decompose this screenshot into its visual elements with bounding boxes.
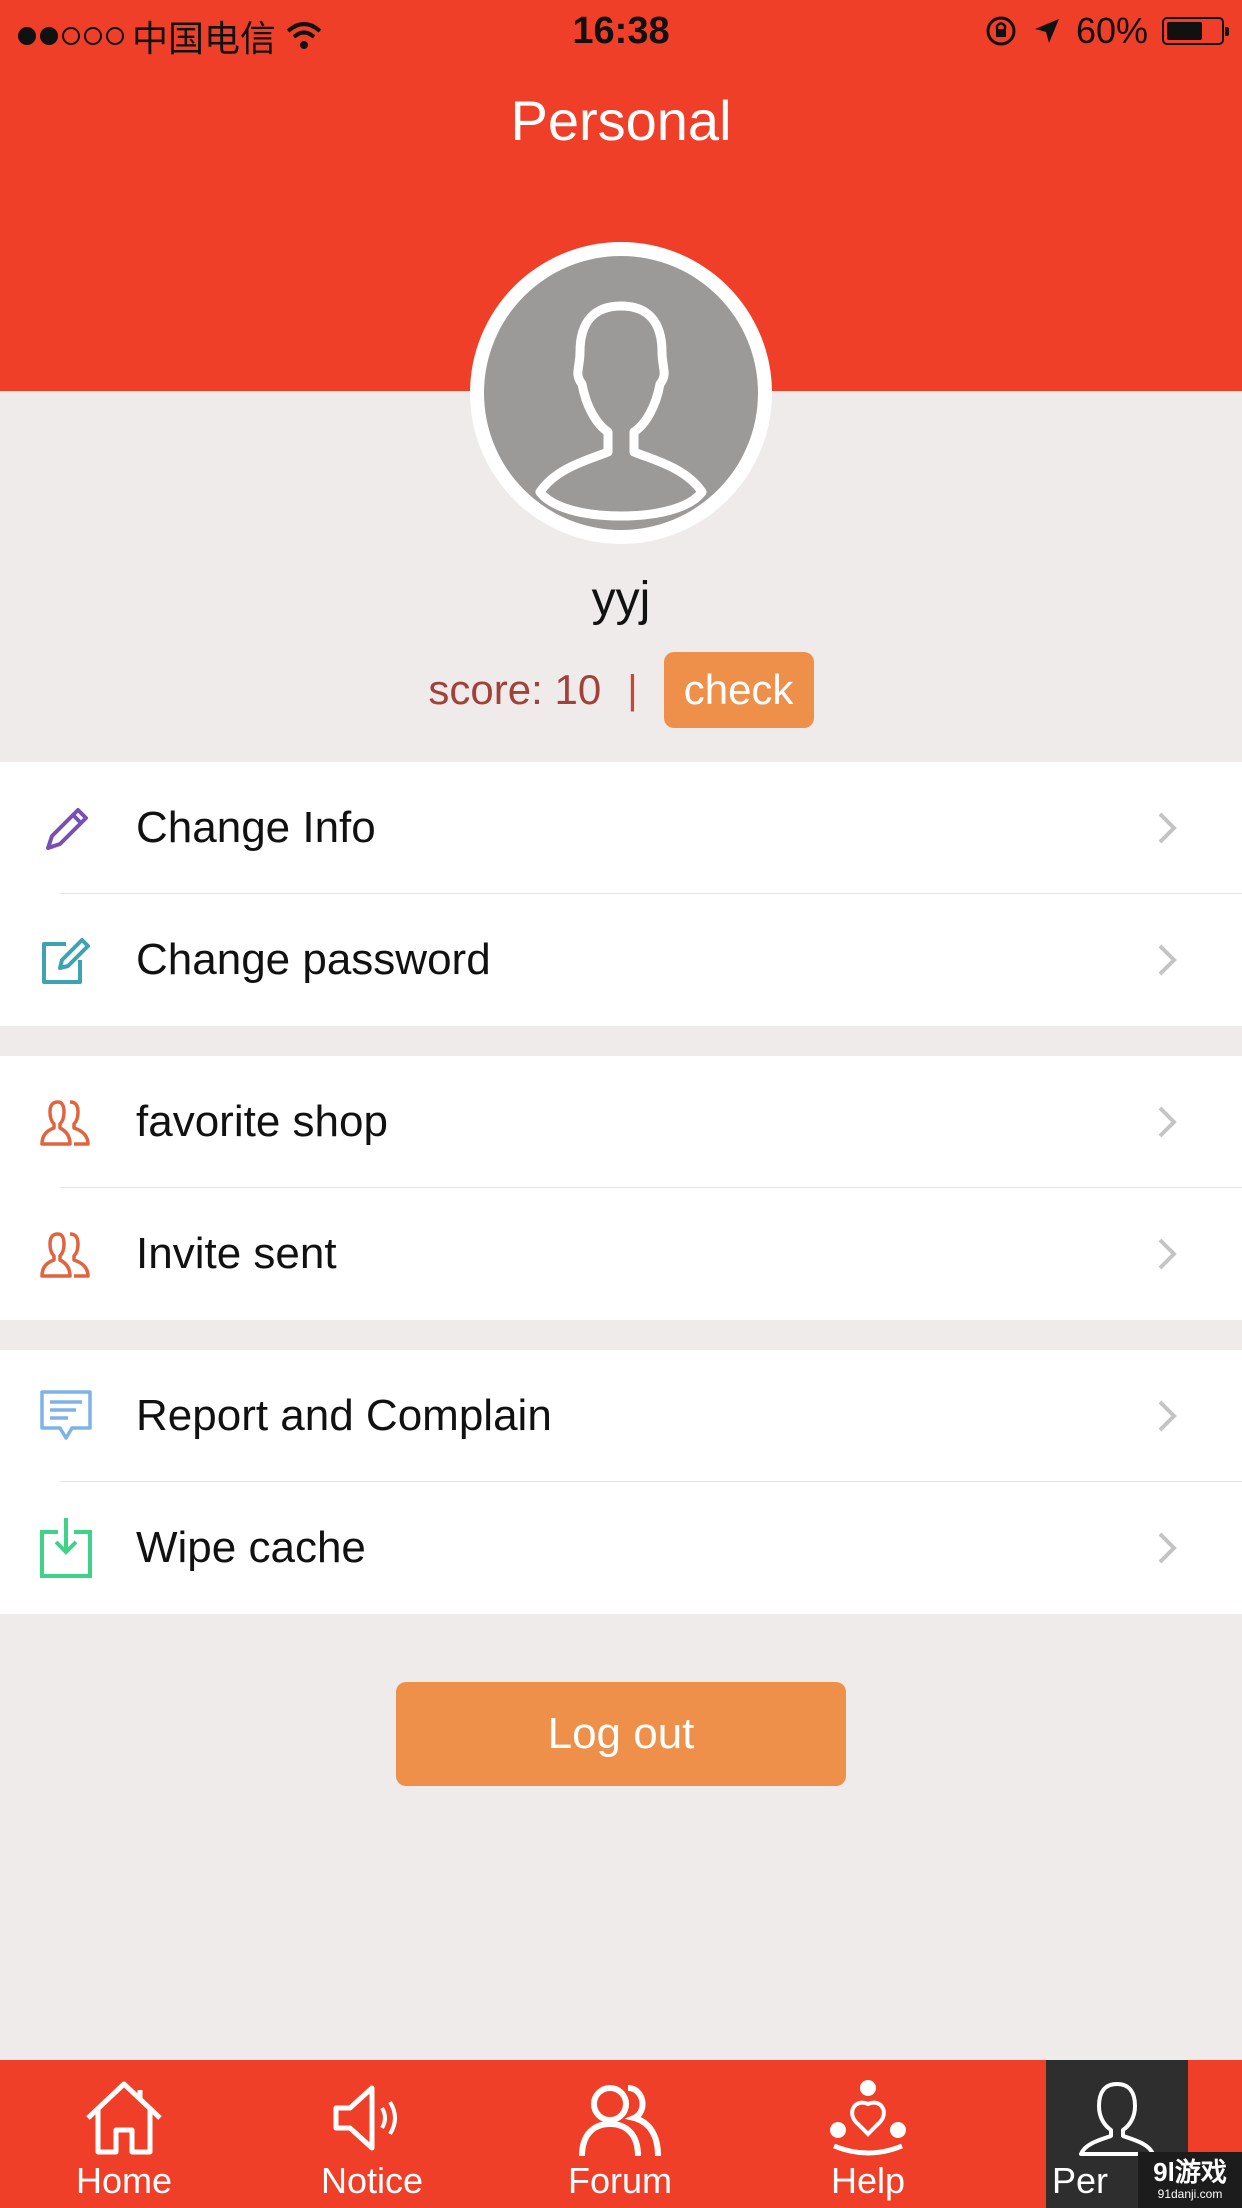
chevron-right-icon [1158, 812, 1177, 844]
battery-icon [1162, 17, 1229, 45]
username: yyj [591, 573, 651, 626]
status-right: 60% [984, 10, 1229, 52]
logout-button[interactable]: Log out [396, 1682, 846, 1786]
chevron-right-icon [1158, 1106, 1177, 1138]
menu-item-label: Change password [136, 935, 491, 984]
menu-item-invite-sent[interactable]: Invite sent [0, 1188, 1242, 1320]
status-bar: 中国电信 16:38 60% [0, 0, 1242, 62]
menu-item-change-info[interactable]: Change Info [0, 762, 1242, 894]
tab-forum[interactable]: Forum [496, 2060, 744, 2208]
menu-item-label: Report and Complain [136, 1391, 552, 1440]
battery-percent: 60% [1075, 10, 1148, 51]
support-group: Report and Complain Wipe cache [0, 1350, 1242, 1614]
score-text: score: 10 [428, 666, 602, 713]
tab-label: Forum [567, 2160, 672, 2201]
menu-item-wipe-cache[interactable]: Wipe cache [0, 1482, 1242, 1614]
users-icon [40, 1232, 90, 1278]
page-title: Personal [510, 89, 732, 152]
menu-item-label: favorite shop [136, 1097, 388, 1146]
menu-item-label: Invite sent [136, 1229, 337, 1278]
location-arrow-icon [1034, 19, 1059, 43]
person-icon [1079, 2082, 1155, 2156]
tab-label: Notice [320, 2160, 424, 2201]
avatar[interactable] [470, 242, 772, 544]
tab-help[interactable]: Help [744, 2060, 992, 2208]
menu-item-label: Wipe cache [136, 1523, 366, 1572]
help-community-icon [830, 2080, 906, 2156]
tab-label: Home [75, 2160, 173, 2201]
menu-item-report[interactable]: Report and Complain [0, 1350, 1242, 1482]
edit-box-icon [42, 938, 90, 984]
tab-home[interactable]: Home [0, 2060, 248, 2208]
group-icon [579, 2085, 661, 2157]
chevron-right-icon [1158, 1238, 1177, 1270]
score-row: score: 10 | check [0, 652, 1242, 728]
chevron-right-icon [1158, 1532, 1177, 1564]
score-separator: | [627, 667, 638, 712]
social-group: favorite shop Invite sent [0, 1056, 1242, 1320]
message-icon [40, 1390, 92, 1440]
check-button[interactable]: check [663, 652, 814, 728]
speaker-icon [333, 2085, 397, 2151]
user-silhouette-icon [535, 301, 707, 521]
tab-notice[interactable]: Notice [248, 2060, 496, 2208]
watermark-logo: 9l游戏 91danji.com [1138, 2152, 1242, 2208]
watermark-url: 91danji.com [1157, 2187, 1223, 2201]
menu-item-favorite-shop[interactable]: favorite shop [0, 1056, 1242, 1188]
menu-item-change-password[interactable]: Change password [0, 894, 1242, 1026]
account-settings-group: Change Info Change password [0, 762, 1242, 1026]
chevron-right-icon [1158, 1400, 1177, 1432]
menu-item-label: Change Info [136, 803, 376, 852]
pencil-icon [46, 808, 88, 850]
tab-bar: Home Notice Forum Help Per [0, 2060, 1242, 2208]
home-icon [86, 2081, 162, 2155]
orientation-lock-icon [986, 16, 1016, 46]
chevron-right-icon [1158, 944, 1177, 976]
watermark-text: 9l游戏 [1153, 2157, 1227, 2187]
tab-label: Help [830, 2160, 906, 2201]
users-icon [40, 1100, 90, 1146]
download-box-icon [40, 1518, 92, 1578]
